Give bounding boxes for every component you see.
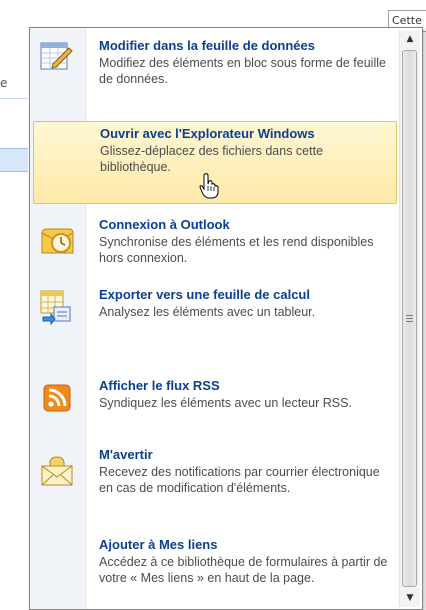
- menu-item-title: Exporter vers une feuille de calcul: [99, 287, 310, 302]
- menu-item-title: M'avertir: [99, 447, 153, 462]
- menu-item-description: Accédez à ce bibliothèque de formulaires…: [99, 555, 388, 585]
- background-nav-bar: [0, 148, 28, 172]
- menu-item-description: Synchronise des éléments et les rend dis…: [99, 235, 374, 265]
- hand-cursor-icon: [199, 173, 219, 199]
- spreadsheet-export-icon: [39, 289, 73, 326]
- scrollbar-thumb[interactable]: [402, 50, 417, 587]
- menu-item-rss-feed[interactable]: Afficher le flux RSS Syndiquez les éléme…: [33, 374, 397, 436]
- menu-item-description: Glissez-déplacez des fichiers dans cette…: [100, 144, 324, 174]
- datasheet-edit-icon: [39, 40, 73, 74]
- rss-feed-icon: [43, 384, 77, 418]
- menu-item-add-my-links[interactable]: Ajouter à Mes liens Accédez à ce bibliot…: [33, 533, 397, 609]
- background-text-fragment: e: [0, 76, 8, 90]
- alert-envelope-icon: [39, 453, 73, 487]
- scroll-up-arrow-icon[interactable]: ▲: [400, 30, 420, 48]
- menu-item-connect-outlook[interactable]: Connexion à Outlook Synchronise des élém…: [33, 213, 397, 275]
- menu-item-title: Modifier dans la feuille de données: [99, 38, 315, 53]
- scroll-down-arrow-icon[interactable]: ▼: [400, 589, 420, 607]
- menu-item-description: Syndiquez les éléments avec un lecteur R…: [99, 396, 352, 410]
- explorer-folder-icon: [40, 128, 74, 162]
- menu-item-description: Recevez des notifications par courrier é…: [99, 465, 380, 495]
- menu-item-title: Connexion à Outlook: [99, 217, 230, 232]
- menu-item-title: Ouvrir avec l'Explorateur Windows: [100, 126, 315, 141]
- background-divider: [0, 98, 28, 99]
- scrollbar-grip-icon: [406, 314, 413, 322]
- menu-item-title: Ajouter à Mes liens: [99, 537, 218, 552]
- menu-item-export-spreadsheet[interactable]: Exporter vers une feuille de calcul Anal…: [33, 283, 397, 367]
- my-links-icon: [39, 539, 73, 573]
- menu-item-edit-datasheet[interactable]: Modifier dans la feuille de données Modi…: [33, 34, 397, 116]
- outlook-clock-icon: [39, 223, 74, 257]
- menu-item-description: Analysez les éléments avec un tableur.: [99, 305, 316, 319]
- menu-item-title: Afficher le flux RSS: [99, 378, 220, 393]
- actions-menu: Modifier dans la feuille de données Modi…: [29, 27, 423, 610]
- menu-item-description: Modifiez des éléments en bloc sous forme…: [99, 56, 386, 86]
- menu-item-alert-me[interactable]: M'avertir Recevez des notifications par …: [33, 443, 397, 529]
- menu-scrollbar[interactable]: ▲ ▼: [399, 30, 420, 607]
